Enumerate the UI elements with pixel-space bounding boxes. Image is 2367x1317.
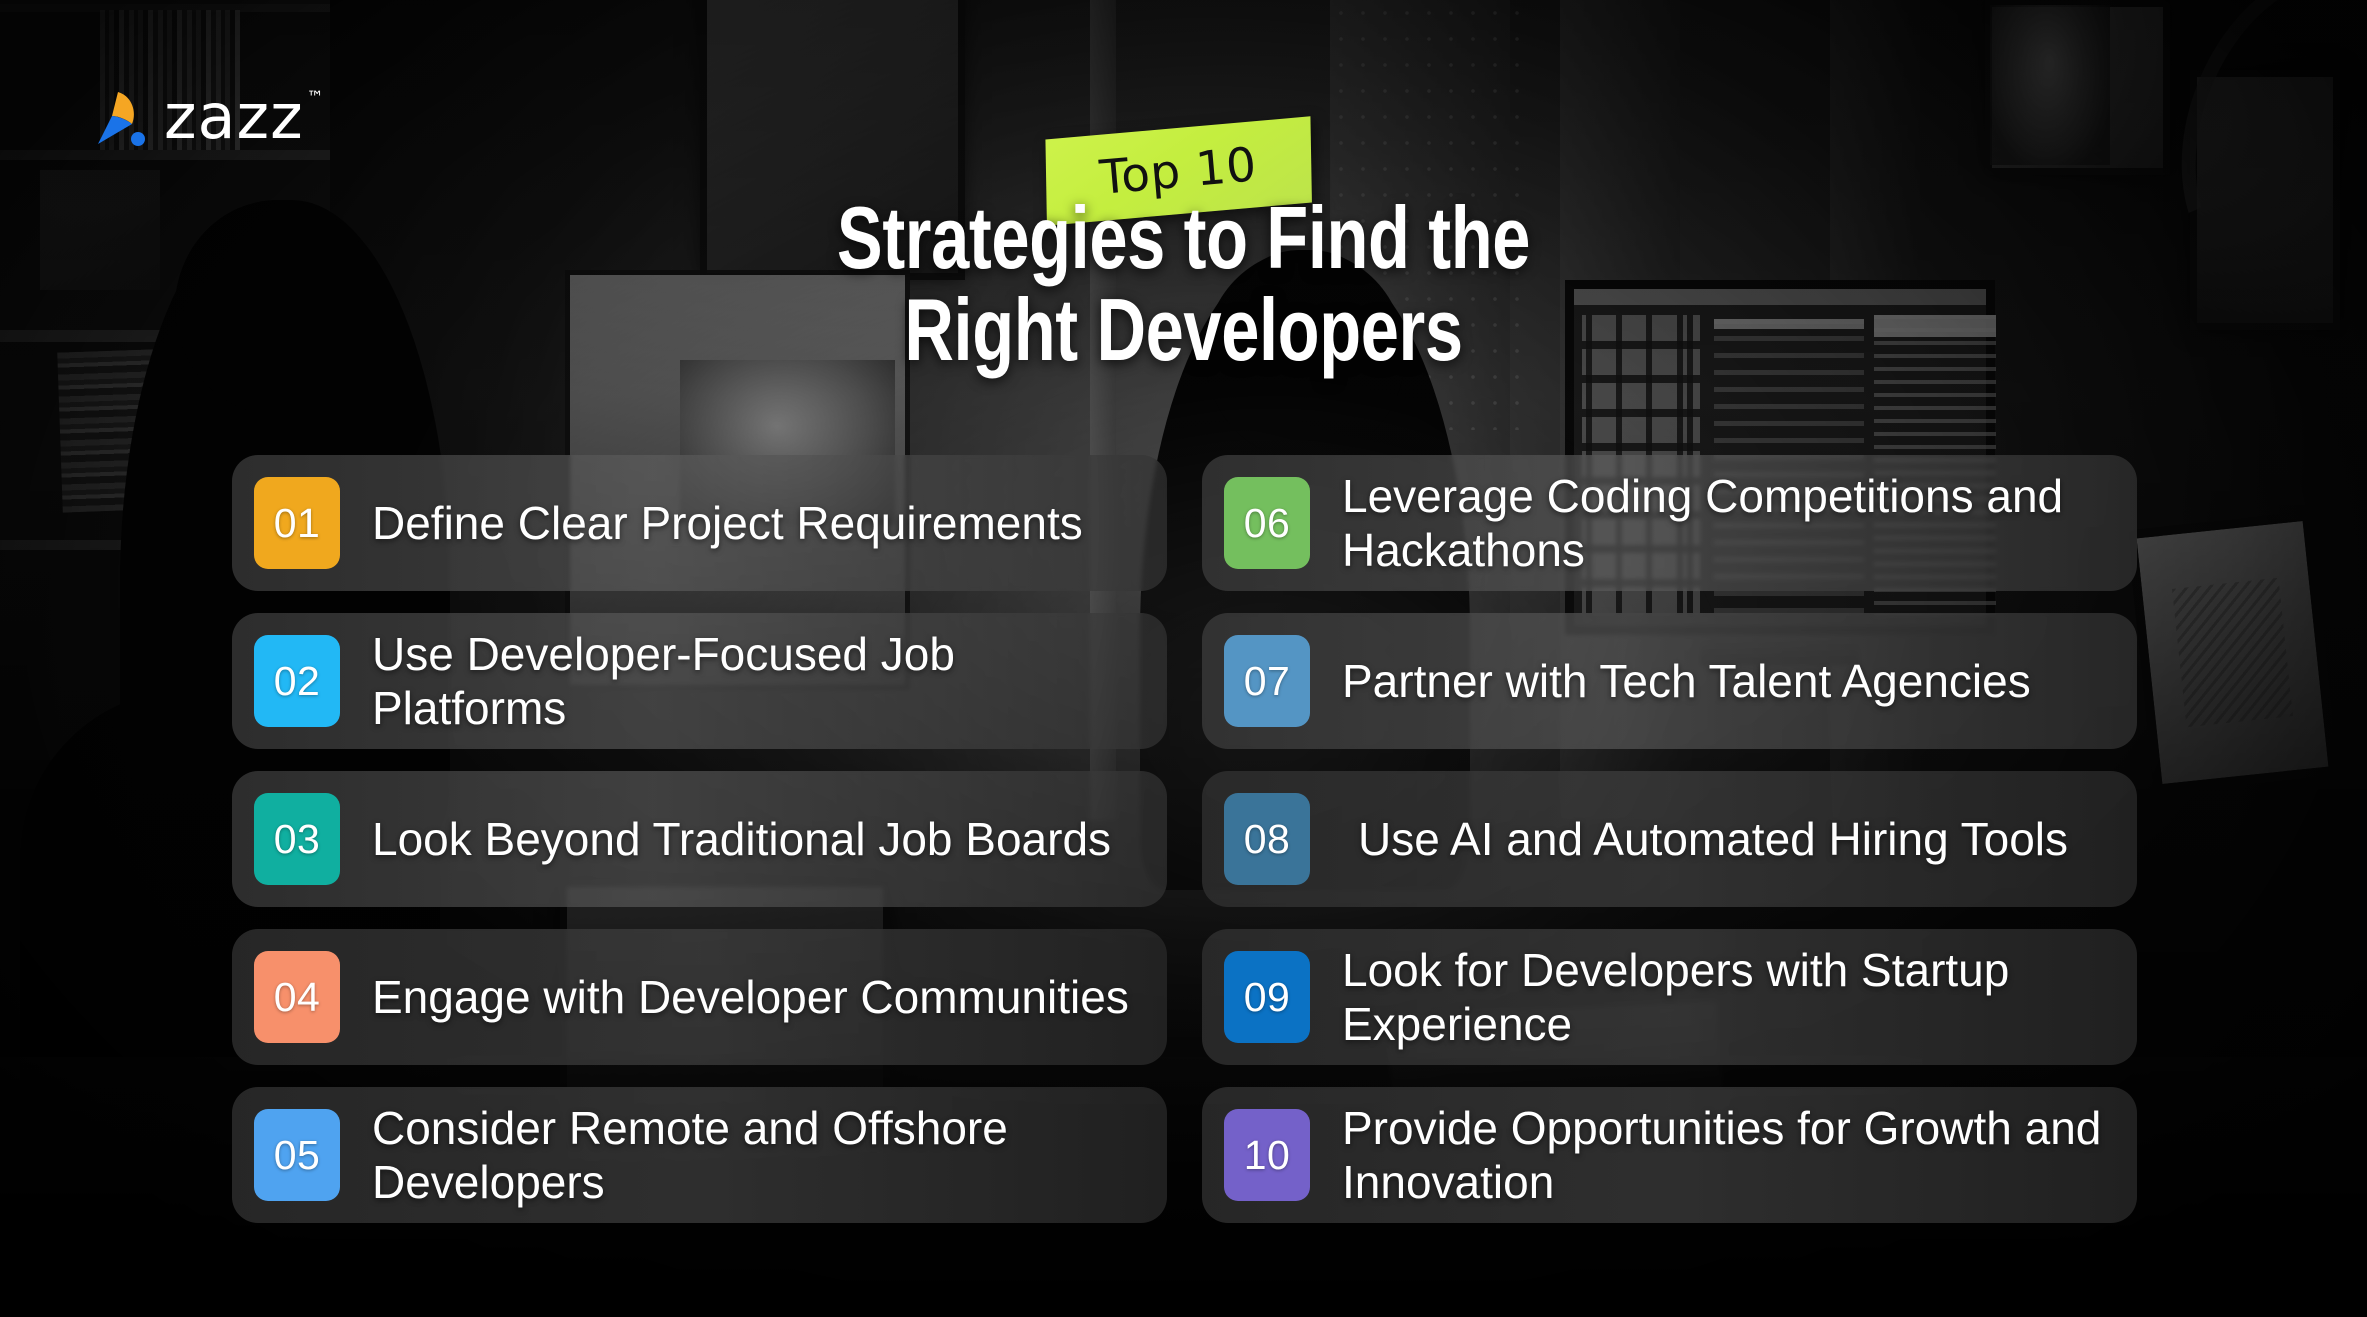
item-number-badge: 02 bbox=[254, 635, 340, 727]
brand-logo[interactable]: zazz ™ bbox=[88, 86, 324, 156]
list-item[interactable]: 03 Look Beyond Traditional Job Boards bbox=[232, 771, 1167, 907]
list-item[interactable]: 08 Use AI and Automated Hiring Tools bbox=[1202, 771, 2137, 907]
item-number-badge: 10 bbox=[1224, 1109, 1310, 1201]
item-number-badge: 04 bbox=[254, 951, 340, 1043]
page-title: Strategies to Find the Right Developers bbox=[260, 150, 2106, 376]
item-number-badge: 06 bbox=[1224, 477, 1310, 569]
infographic-poster: zazz ™ Top 10 Strategies to Find the Rig… bbox=[0, 0, 2367, 1317]
trademark-symbol: ™ bbox=[306, 88, 324, 108]
item-label: Engage with Developer Communities bbox=[372, 971, 1129, 1023]
item-label: Use AI and Automated Hiring Tools bbox=[1358, 813, 2069, 865]
item-label: Provide Opportunities for Growth and Inn… bbox=[1342, 1102, 2102, 1208]
item-label: Consider Remote and Offshore Developers bbox=[372, 1102, 1008, 1208]
list-item[interactable]: 10 Provide Opportunities for Growth and … bbox=[1202, 1087, 2137, 1223]
item-number-badge: 08 bbox=[1224, 793, 1310, 885]
list-item[interactable]: 01 Define Clear Project Requirements bbox=[232, 455, 1167, 591]
title-block: Top 10 Strategies to Find the Right Deve… bbox=[0, 116, 2367, 376]
strategy-list: 01 Define Clear Project Requirements 06 … bbox=[232, 455, 2137, 1223]
list-item[interactable]: 07 Partner with Tech Talent Agencies bbox=[1202, 613, 2137, 749]
item-label: Look for Developers with Startup Experie… bbox=[1342, 944, 2010, 1050]
item-label: Look Beyond Traditional Job Boards bbox=[372, 813, 1112, 865]
item-label: Use Developer-Focused Job Platforms bbox=[372, 628, 955, 734]
list-item[interactable]: 06 Leverage Coding Competitions and Hack… bbox=[1202, 455, 2137, 591]
list-item[interactable]: 04 Engage with Developer Communities bbox=[232, 929, 1167, 1065]
item-label: Define Clear Project Requirements bbox=[372, 497, 1083, 549]
item-number-badge: 07 bbox=[1224, 635, 1310, 727]
brand-name: zazz bbox=[164, 80, 304, 153]
zazz-mark-icon bbox=[88, 86, 156, 156]
item-label: Partner with Tech Talent Agencies bbox=[1342, 655, 2031, 707]
list-item[interactable]: 05 Consider Remote and Offshore Develope… bbox=[232, 1087, 1167, 1223]
item-number-badge: 01 bbox=[254, 477, 340, 569]
title-line-2: Right Developers bbox=[904, 280, 1463, 379]
item-number-badge: 05 bbox=[254, 1109, 340, 1201]
title-line-1: Strategies to Find the bbox=[836, 188, 1531, 287]
item-number-badge: 09 bbox=[1224, 951, 1310, 1043]
list-item[interactable]: 09 Look for Developers with Startup Expe… bbox=[1202, 929, 2137, 1065]
item-number-badge: 03 bbox=[254, 793, 340, 885]
item-label: Leverage Coding Competitions and Hackath… bbox=[1342, 470, 2064, 576]
list-item[interactable]: 02 Use Developer-Focused Job Platforms bbox=[232, 613, 1167, 749]
